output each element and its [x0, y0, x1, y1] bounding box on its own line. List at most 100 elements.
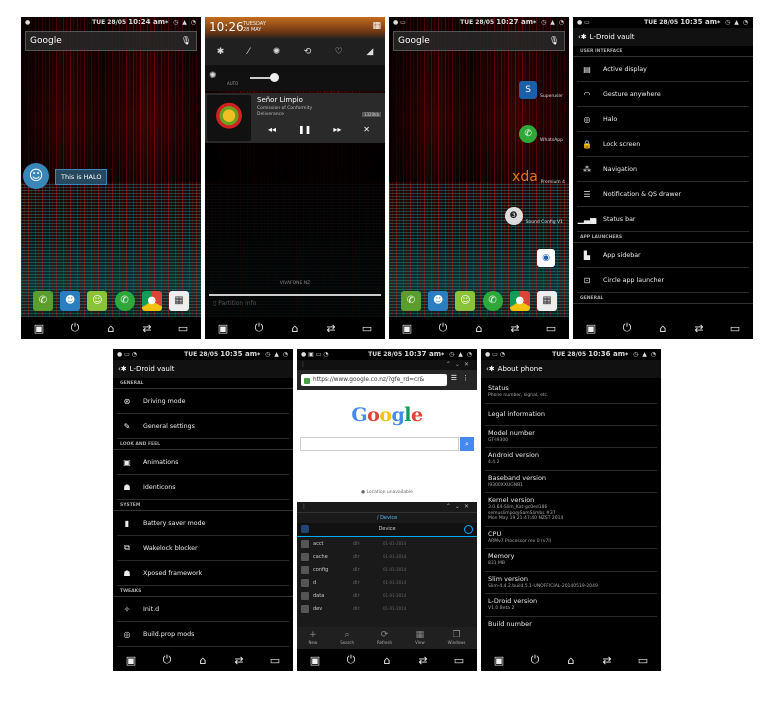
back-icon[interactable]: ▭	[724, 322, 746, 335]
home-icon[interactable]: ⌂	[376, 654, 398, 667]
sidebar-shortcut-chrome[interactable]: ◉	[537, 249, 555, 267]
url-input[interactable]: https://www.google.co.nz/?gfe_rd=cr&	[301, 374, 447, 386]
brightness-toggle-icon[interactable]: ✺	[273, 47, 281, 57]
back-icon[interactable]: ▭	[172, 322, 194, 335]
item-active-display[interactable]: ▤ Active display	[577, 57, 749, 82]
contacts-icon[interactable]: ☻	[60, 291, 81, 311]
file-row[interactable]: acct dir 01-01-2014	[297, 537, 477, 550]
app-drawer-icon[interactable]: ▦	[168, 291, 189, 311]
item-app-sidebar[interactable]: ▙ App sidebar	[577, 243, 749, 268]
power-icon[interactable]: ⏻	[64, 321, 86, 335]
item-lock-screen[interactable]: 🔒 Lock screen	[577, 132, 749, 157]
item-notification-drawer[interactable]: ☰ Notification & QS drawer	[577, 182, 749, 207]
google-search-bar[interactable]: Google 🎙	[393, 31, 565, 51]
item-xposed[interactable]: ☗ Xposed framework	[117, 561, 289, 586]
item-halo[interactable]: ◎ Halo	[577, 107, 749, 132]
recent-apps-icon[interactable]: ▣	[580, 322, 602, 335]
whatsapp-icon[interactable]: ✆	[114, 291, 135, 311]
recent-apps-icon[interactable]: ▣	[396, 322, 418, 335]
messaging-icon[interactable]: ☺	[87, 291, 108, 311]
switch-icon[interactable]: ⇄	[320, 322, 342, 335]
rewind-icon[interactable]: ◂◂	[268, 125, 276, 134]
home-icon[interactable]: ⌂	[652, 322, 674, 335]
gear-icon[interactable]: ‹✱	[118, 365, 127, 373]
auto-brightness-label[interactable]: AUTO	[227, 81, 238, 86]
item-battery-saver[interactable]: ▮ Battery saver mode	[117, 511, 289, 536]
sidebar-shortcut-whatsapp[interactable]: ✆ WhatsApp	[519, 125, 563, 143]
halo-bubble[interactable]: ☺	[23, 163, 49, 189]
item-animations[interactable]: ▣ Animations	[117, 450, 289, 475]
switch-icon[interactable]: ⇄	[228, 654, 250, 667]
fm-search-button[interactable]: ⌕ Search	[340, 630, 354, 646]
fm-new-button[interactable]: + New	[309, 630, 318, 646]
home-icon[interactable]: ⌂	[284, 322, 306, 335]
item-general-settings[interactable]: ✎ General settings	[117, 414, 289, 439]
google-search-input[interactable]	[300, 437, 459, 451]
fm-breadcrumb[interactable]: / Device	[297, 513, 477, 523]
fm-tab-device[interactable]: Device	[297, 523, 477, 537]
fm-view-button[interactable]: ▦ View	[415, 630, 425, 646]
fm-refresh-button[interactable]: ⟳ Refresh	[377, 630, 392, 646]
window-controls[interactable]: ⌃⌄✕	[446, 360, 473, 370]
mic-icon[interactable]: 🎙	[181, 32, 191, 50]
settings-grid-icon[interactable]: ▦	[372, 21, 381, 31]
home-icon[interactable]: ⌂	[100, 322, 122, 335]
messaging-icon[interactable]: ☺	[455, 291, 476, 311]
item-gesture-anywhere[interactable]: ◠ Gesture anywhere	[577, 82, 749, 107]
chrome-icon[interactable]: ●	[509, 291, 530, 311]
item-driving-mode[interactable]: ⊛ Driving mode	[117, 389, 289, 414]
about-android-version[interactable]: Android version 4.4.2	[485, 448, 657, 471]
signal-icon[interactable]: ◢	[366, 47, 373, 57]
back-icon[interactable]: ▭	[540, 322, 562, 335]
item-initd[interactable]: ✧ Init.d	[117, 597, 289, 622]
sidebar-shortcut-sound[interactable]: ❸ Sound Config V1	[504, 207, 563, 225]
shade-handle[interactable]	[209, 294, 381, 296]
power-icon[interactable]: ⏻	[524, 653, 546, 667]
browser-menu-icons[interactable]: ☰⋮	[451, 374, 474, 382]
back-icon[interactable]: ▭	[264, 654, 286, 667]
back-icon[interactable]: ▭	[356, 322, 378, 335]
file-row[interactable]: config dir 01-01-2014	[297, 563, 477, 576]
rotation-icon[interactable]: ⟲	[304, 47, 312, 57]
google-search-bar[interactable]: Google 🎙	[25, 31, 197, 51]
forward-icon[interactable]: ▸▸	[333, 125, 341, 134]
file-row[interactable]: cache dir 01-01-2014	[297, 550, 477, 563]
fm-windows-button[interactable]: ❐ Windows	[448, 630, 466, 646]
recent-apps-icon[interactable]: ▣	[28, 322, 50, 335]
home-icon[interactable]: ⌂	[560, 654, 582, 667]
item-identicons[interactable]: ☗ Identicons	[117, 475, 289, 500]
sidebar-shortcut-xda[interactable]: xda Premium 4	[512, 169, 565, 185]
power-icon[interactable]: ⏻	[340, 653, 362, 667]
phone-icon[interactable]: ✆	[33, 291, 53, 311]
contacts-icon[interactable]: ☻	[428, 291, 449, 311]
mic-icon[interactable]: 🎙	[549, 32, 559, 50]
item-status-bar[interactable]: ▁▃▅ Status bar	[577, 207, 749, 232]
recent-apps-icon[interactable]: ▣	[120, 654, 142, 667]
switch-icon[interactable]: ⇄	[412, 654, 434, 667]
whatsapp-icon[interactable]: ✆	[482, 291, 503, 311]
chrome-icon[interactable]: ●	[141, 291, 162, 311]
phone-icon[interactable]: ✆	[401, 291, 421, 311]
media-notification[interactable]: Señor Limpio Comission of Conformity Del…	[205, 93, 385, 143]
settings-icon[interactable]: ✱	[217, 47, 225, 57]
pause-icon[interactable]: ❚❚	[298, 125, 311, 134]
fm-add-icon[interactable]	[464, 525, 473, 534]
switch-icon[interactable]: ⇄	[688, 322, 710, 335]
gear-icon[interactable]: ‹✱	[578, 33, 587, 41]
file-row[interactable]: d dir 01-01-2014	[297, 576, 477, 589]
about-status[interactable]: Status Phone number, signal, etc.	[485, 381, 657, 404]
power-icon[interactable]: ⏻	[616, 321, 638, 335]
item-wakelock-blocker[interactable]: ⧉ Wakelock blocker	[117, 536, 289, 561]
switch-icon[interactable]: ⇄	[504, 322, 526, 335]
sidebar-shortcut-superuser[interactable]: S Superuser	[519, 81, 563, 99]
file-row[interactable]: data dir 01-01-2014	[297, 589, 477, 602]
back-icon[interactable]: ▭	[448, 654, 470, 667]
item-navigation[interactable]: ⁂ Navigation	[577, 157, 749, 182]
fm-window-controls[interactable]: ⌃⌄✕	[446, 502, 473, 512]
power-icon[interactable]: ⏻	[432, 321, 454, 335]
file-row[interactable]: dev dir 01-01-2014	[297, 602, 477, 615]
home-icon[interactable]: ⌂	[468, 322, 490, 335]
switch-icon[interactable]: ⇄	[136, 322, 158, 335]
power-icon[interactable]: ⏻	[248, 321, 270, 335]
about-build-number[interactable]: Build number	[485, 617, 657, 632]
